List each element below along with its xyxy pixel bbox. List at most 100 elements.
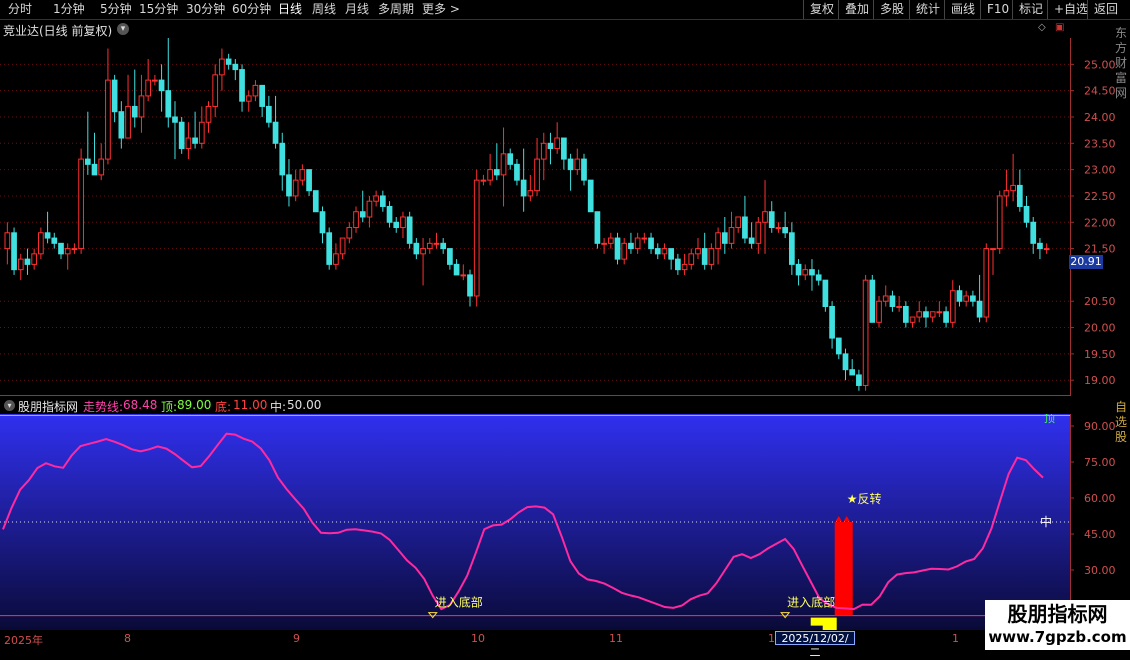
candle-body xyxy=(131,105,138,118)
candle-body xyxy=(614,237,621,260)
candle-body xyxy=(198,121,205,144)
window-icon[interactable]: ▣ xyxy=(1055,22,1064,33)
candle-body xyxy=(514,163,520,181)
candle-body xyxy=(561,137,567,160)
candle-body xyxy=(379,195,386,207)
candle-body xyxy=(688,253,695,265)
diamond-icon[interactable]: ◇ xyxy=(1038,22,1046,33)
candle-body xyxy=(574,158,581,171)
candle-body xyxy=(822,279,829,307)
candle-body xyxy=(527,190,534,197)
indicator-tick-label: 75.00 xyxy=(1084,456,1115,469)
candle-body xyxy=(601,242,607,245)
price-tick-label: 23.00 xyxy=(1084,164,1115,177)
candle-body xyxy=(500,153,507,176)
period-tab-monthly[interactable]: 月线 xyxy=(345,0,369,19)
chevron-down-icon[interactable]: ▾ xyxy=(117,23,129,35)
candle-body xyxy=(520,179,527,197)
candle-body xyxy=(668,248,675,260)
mid-marker-label: 中 xyxy=(1040,514,1052,529)
candle-body xyxy=(11,232,17,271)
candlestick-chart[interactable] xyxy=(0,38,1070,396)
candle-body xyxy=(507,153,514,165)
statistics-button[interactable]: 统计 xyxy=(909,0,946,19)
period-tab-daily[interactable]: 日线 xyxy=(278,0,302,19)
back-button[interactable]: 返回 xyxy=(1087,0,1124,19)
overlay-button[interactable]: 叠加 xyxy=(838,0,875,19)
period-tab-fenshi[interactable]: 分时 xyxy=(8,0,32,19)
candle-body xyxy=(943,311,949,323)
candle-body xyxy=(467,274,473,297)
period-tab-60min[interactable]: 60分钟 xyxy=(232,0,271,19)
candle-body xyxy=(279,142,286,176)
candle-body xyxy=(239,69,245,102)
f10-button[interactable]: F10 xyxy=(980,0,1015,19)
candle-body xyxy=(809,269,815,276)
top-marker-label: 顶 xyxy=(1044,414,1055,425)
candle-body xyxy=(333,253,339,265)
candle-body xyxy=(460,274,467,277)
period-tab-30min[interactable]: 30分钟 xyxy=(186,0,225,19)
trend-label: 走势线: xyxy=(83,400,124,414)
candle-body xyxy=(232,63,239,71)
candle-body xyxy=(862,279,869,386)
candle-body xyxy=(983,248,990,318)
period-tab-5min[interactable]: 5分钟 xyxy=(100,0,132,19)
candle-body xyxy=(775,227,782,230)
indicator-name[interactable]: 股朋指标网 xyxy=(18,398,78,415)
price-tick-label: 25.00 xyxy=(1084,58,1115,71)
period-tab-more[interactable]: 更多 > xyxy=(422,0,460,19)
candle-body xyxy=(440,242,447,250)
candle-body xyxy=(185,137,192,150)
candle-body xyxy=(1010,184,1016,192)
price-tick-label: 24.50 xyxy=(1084,85,1115,98)
candle-body xyxy=(339,237,346,255)
candle-body xyxy=(400,216,406,229)
bottom-entry-label: 进入底部 xyxy=(435,595,483,610)
candle-body xyxy=(701,248,708,265)
candle-body xyxy=(453,263,460,276)
candle-body xyxy=(815,274,822,281)
candle-body xyxy=(17,258,24,271)
candle-body xyxy=(909,316,916,323)
fuquan-button[interactable]: 复权 xyxy=(803,0,840,19)
watermark-url: www.7gpzb.com xyxy=(988,628,1127,646)
candle-body xyxy=(346,227,353,239)
candle-body xyxy=(44,232,51,239)
candle-body xyxy=(1043,248,1050,251)
candle-body xyxy=(675,258,681,271)
period-tab-1min[interactable]: 1分钟 xyxy=(53,0,85,19)
candle-body xyxy=(212,74,219,107)
candle-body xyxy=(480,179,487,182)
candle-body xyxy=(420,248,426,255)
candle-body xyxy=(554,137,561,150)
candle-body xyxy=(426,242,433,250)
candle-body xyxy=(835,337,842,355)
candle-body xyxy=(581,158,587,181)
indicator-chart[interactable]: ★反转进入底部 进入底部 中 顶 xyxy=(0,414,1070,630)
top-label: 顶: xyxy=(161,400,178,414)
mid-value: 50.00 xyxy=(287,398,322,412)
price-tick-label: 20.50 xyxy=(1084,295,1115,308)
mark-button[interactable]: 标记 xyxy=(1012,0,1049,19)
candle-body xyxy=(145,79,152,97)
candle-body xyxy=(326,232,333,265)
candle-body xyxy=(923,311,929,318)
period-tab-weekly[interactable]: 周线 xyxy=(312,0,336,19)
candle-body xyxy=(742,216,748,239)
draw-line-button[interactable]: 画线 xyxy=(944,0,981,19)
watermark-title: 股朋指标网 xyxy=(1007,602,1108,626)
candle-body xyxy=(1003,190,1010,197)
bottom-value: 11.00 xyxy=(233,398,268,412)
candle-body xyxy=(205,105,212,123)
price-tick-label: 22.00 xyxy=(1084,216,1115,229)
multi-stock-button[interactable]: 多股 xyxy=(873,0,910,19)
period-tab-15min[interactable]: 15分钟 xyxy=(139,0,178,19)
period-tab-multi[interactable]: 多周期 xyxy=(378,0,414,19)
candle-body xyxy=(286,174,292,197)
price-tick-label: 21.50 xyxy=(1084,243,1115,256)
watermark: 股朋指标网 www.7gpzb.com xyxy=(985,600,1130,650)
candle-body xyxy=(78,158,84,250)
candle-body xyxy=(292,179,299,197)
candle-body xyxy=(762,211,768,223)
